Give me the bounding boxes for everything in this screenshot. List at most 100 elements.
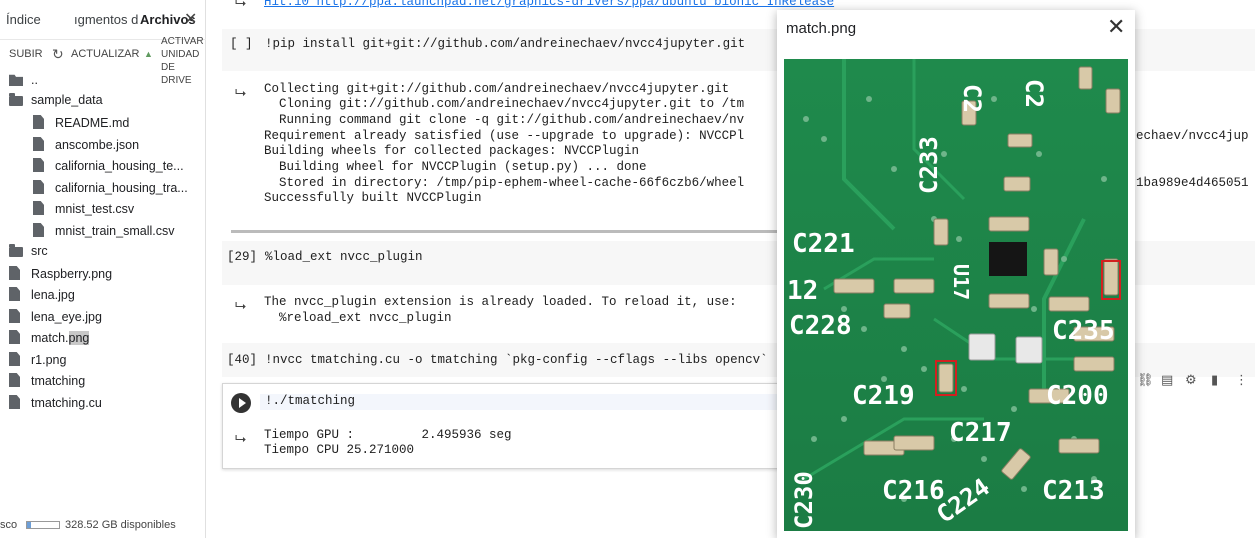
tree-item-file[interactable]: mnist_test.csv <box>33 201 134 221</box>
pcb-label: C213 <box>1042 476 1105 506</box>
tree-item-file[interactable]: anscombe.json <box>33 137 139 157</box>
file-icon <box>33 223 44 237</box>
tree-item-label: .. <box>31 73 38 87</box>
pcb-label: C2 <box>1020 79 1048 108</box>
output-line: Building wheel for NVCCPlugin (setup.py)… <box>264 160 647 174</box>
output-line: Requirement already satisfied (use --upg… <box>264 129 745 143</box>
settings-icon[interactable]: ⚙ <box>1185 372 1197 388</box>
tree-item-label: lena_eye.jpg <box>31 310 102 324</box>
output-line: Successfully built NVCCPlugin <box>264 191 482 205</box>
cell-code[interactable]: !./tmatching <box>265 394 355 408</box>
output-scrollbar[interactable] <box>231 230 779 233</box>
tab-indice[interactable]: Índice <box>6 12 74 27</box>
file-icon <box>9 309 20 323</box>
delete-icon[interactable]: ▮ <box>1211 372 1218 388</box>
tree-item-label: mnist_test.csv <box>55 202 135 216</box>
output-line: Building wheels for collected packages: … <box>264 144 640 158</box>
refresh-button[interactable]: ACTUALIZAR <box>71 48 139 60</box>
tree-item-label: r1.png <box>31 353 67 367</box>
tree-item-folder[interactable]: src <box>9 244 48 264</box>
output-line: Collecting git+git://github.com/andreine… <box>264 82 730 96</box>
file-icon <box>33 180 44 194</box>
output-line: %reload_ext nvcc_plugin <box>264 311 452 325</box>
tree-item-parent[interactable]: .. <box>9 72 38 92</box>
file-sidebar: Índice ıgmentos de cód Archivos ✕ SUBIR … <box>0 0 206 538</box>
output-line: Tiempo GPU : 2.495936 seg <box>264 428 512 442</box>
top-output-line: Hit:10 http://ppa.launchpad.net/graphics… <box>264 0 834 9</box>
cell-code[interactable]: %load_ext nvcc_plugin <box>265 250 423 264</box>
folder-icon <box>9 244 23 257</box>
tree-item-file[interactable]: Raspberry.png <box>9 266 112 286</box>
tree-item-label: mnist_train_small.csv <box>55 224 175 238</box>
file-icon <box>33 201 44 215</box>
file-icon <box>9 373 20 387</box>
pcb-label: C228 <box>789 311 852 341</box>
file-icon <box>9 395 20 409</box>
output-line: Cloning git://github.com/andreinechaev/n… <box>264 97 745 111</box>
cell-code[interactable]: !nvcc tmatching.cu -o tmatching `pkg-con… <box>265 353 768 367</box>
tree-item-file[interactable]: tmatching.cu <box>9 395 102 415</box>
output-icon: ⮡ <box>235 297 247 313</box>
disk-free-text: 328.52 GB disponibles <box>65 519 176 531</box>
tree-item-file-selected[interactable]: match.png <box>9 330 90 350</box>
tree-item-file[interactable]: README.md <box>33 115 129 135</box>
pcb-image: C2 C2 C233 C221 12 U17 C228 C235 C219 C2… <box>784 59 1128 531</box>
cell-prompt: [29] <box>227 250 258 264</box>
link-icon[interactable]: ⛓ <box>1137 372 1154 388</box>
cell-code[interactable]: !pip install git+git://github.com/andrei… <box>265 37 745 51</box>
run-cell-button[interactable] <box>231 393 251 413</box>
more-icon[interactable]: ⋮ <box>1235 372 1248 388</box>
tree-item-file[interactable]: tmatching <box>9 373 85 393</box>
tree-item-label-selection: png <box>68 331 90 345</box>
tree-item-file[interactable]: california_housing_te... <box>33 158 184 178</box>
tree-item-label: sample_data <box>31 93 103 107</box>
pcb-label: C217 <box>949 418 1012 448</box>
drive-icon[interactable]: ▲ <box>144 49 153 59</box>
folder-icon <box>9 93 23 106</box>
tree-item-file[interactable]: california_housing_tra... <box>33 180 188 200</box>
file-icon <box>33 158 44 172</box>
pcb-label: C235 <box>1052 316 1115 346</box>
pcb-label: C219 <box>852 381 915 411</box>
sidebar-tabs: Índice ıgmentos de cód Archivos ✕ <box>0 0 206 40</box>
tab-fragmentos[interactable]: ıgmentos de cód <box>74 12 138 27</box>
disk-usage-bar <box>26 521 60 529</box>
file-icon <box>9 287 20 301</box>
output-line: Stored in directory: /tmp/pip-ephem-whee… <box>264 176 745 190</box>
output-icon: ⮡ <box>235 430 247 446</box>
pcb-label: C221 <box>792 229 855 259</box>
output-line-right: echaev/nvcc4jup <box>1136 129 1249 143</box>
tree-item-label: california_housing_tra... <box>55 181 188 195</box>
pcb-label: C2 <box>958 84 986 113</box>
tree-item-file[interactable]: mnist_train_small.csv <box>33 223 174 243</box>
output-icon: ⮡ <box>235 0 247 10</box>
tree-item-label: california_housing_te... <box>55 159 184 173</box>
viewer-title: match.png <box>786 20 857 37</box>
tree-item-file[interactable]: lena.jpg <box>9 287 75 307</box>
file-icon <box>9 266 20 280</box>
pcb-label: C230 <box>790 471 818 529</box>
chip-u17 <box>989 242 1027 276</box>
tree-item-label: src <box>31 244 48 258</box>
close-icon[interactable]: ✕ <box>184 9 197 29</box>
upload-button[interactable]: SUBIR <box>9 48 43 60</box>
output-line: Tiempo CPU 25.271000 <box>264 443 415 457</box>
top-output-text[interactable]: Hit:10 http://ppa.launchpad.net/graphics… <box>264 0 834 9</box>
close-icon[interactable]: ✕ <box>1107 16 1125 38</box>
refresh-icon[interactable]: ↻ <box>52 46 64 63</box>
tree-item-label: anscombe.json <box>55 138 140 152</box>
pcb-label: C233 <box>915 136 943 194</box>
tree-item-label: tmatching.cu <box>31 396 102 410</box>
tree-item-file[interactable]: r1.png <box>9 352 66 372</box>
disk-usage: sco 328.52 GB disponibles <box>0 518 206 534</box>
output-line: The nvcc_plugin extension is already loa… <box>264 295 737 309</box>
tree-item-file[interactable]: lena_eye.jpg <box>9 309 102 329</box>
mount-drive-button[interactable]: ACTIVAR UNIDAD DE DRIVE <box>161 35 207 87</box>
image-viewer-dialog: match.png ✕ C2 C2 C233 C221 12 U17 C228 … <box>777 10 1135 538</box>
file-icon <box>33 115 44 129</box>
tree-item-folder[interactable]: sample_data <box>9 93 103 113</box>
disk-usage-fill <box>27 522 31 528</box>
tree-item-label: lena.jpg <box>31 288 75 302</box>
file-icon <box>9 352 20 366</box>
comment-icon[interactable]: ▤ <box>1161 372 1173 388</box>
